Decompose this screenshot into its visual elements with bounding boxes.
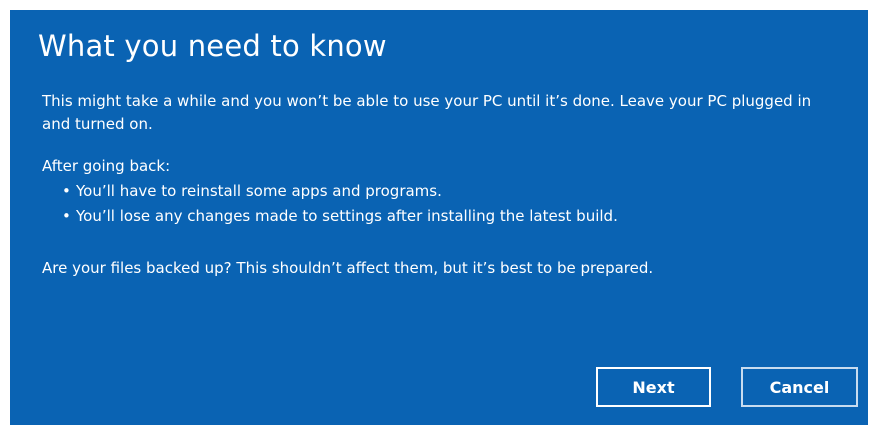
bullet-item: You’ll lose any changes made to settings… bbox=[62, 204, 618, 229]
cancel-button[interactable]: Cancel bbox=[741, 367, 858, 407]
backup-paragraph: Are your files backed up? This shouldn’t… bbox=[42, 259, 654, 277]
dialog-title: What you need to know bbox=[38, 29, 387, 63]
intro-paragraph: This might take a while and you won’t be… bbox=[42, 92, 812, 133]
after-going-back-label: After going back: bbox=[42, 157, 171, 175]
next-button[interactable]: Next bbox=[596, 367, 711, 407]
bullet-item: You’ll have to reinstall some apps and p… bbox=[62, 179, 618, 204]
bullet-list: You’ll have to reinstall some apps and p… bbox=[62, 179, 618, 229]
dialog: What you need to know This might take a … bbox=[10, 10, 868, 425]
